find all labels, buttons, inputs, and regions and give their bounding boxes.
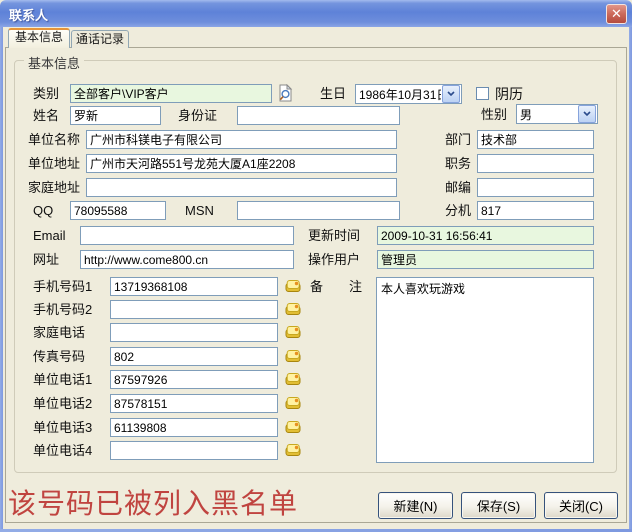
extension-label: 分机 — [445, 201, 471, 220]
email-field[interactable] — [80, 226, 294, 245]
tab-call-log[interactable]: 通话记录 — [71, 30, 129, 48]
dial-icon[interactable] — [285, 420, 302, 434]
close-button[interactable]: 关闭(C) — [544, 492, 618, 519]
fax-label: 传真号码 — [33, 347, 85, 366]
title-bar: 联系人 — [0, 0, 632, 27]
company-address-label: 单位地址 — [28, 154, 80, 173]
blacklist-warning-text: 该号码已被列入黑名单 — [8, 482, 298, 522]
website-field[interactable] — [80, 250, 294, 269]
lunar-checkbox[interactable] — [476, 87, 489, 100]
dial-icon[interactable] — [285, 372, 302, 386]
name-field[interactable] — [70, 106, 161, 125]
birthday-label: 生日 — [320, 84, 346, 103]
dial-icon[interactable] — [285, 279, 302, 293]
dial-icon[interactable] — [285, 396, 302, 410]
gender-value: 男 — [517, 106, 577, 123]
window-title: 联系人 — [0, 0, 632, 24]
email-label: Email — [33, 226, 66, 245]
contact-dialog: 联系人 ✕ 基本信息 通话记录 基本信息 类别 生日 1986年10月31日 阴… — [0, 0, 632, 532]
remark-label: 备 注 — [310, 277, 362, 296]
groupbox-title: 基本信息 — [24, 53, 84, 72]
work-phone3-field[interactable] — [110, 418, 278, 437]
operator-field — [377, 250, 594, 269]
dial-icon[interactable] — [285, 349, 302, 363]
position-field[interactable] — [477, 154, 594, 173]
window-border-left — [0, 27, 3, 529]
extension-field[interactable] — [477, 201, 594, 220]
birthday-value: 1986年10月31日 — [356, 86, 441, 103]
work-phone2-field[interactable] — [110, 394, 278, 413]
idcard-field[interactable] — [237, 106, 400, 125]
mobile1-label: 手机号码1 — [33, 277, 92, 296]
msn-field[interactable] — [237, 201, 400, 220]
dial-icon[interactable] — [285, 443, 302, 457]
idcard-label: 身份证 — [178, 106, 217, 125]
browse-category-icon[interactable] — [277, 84, 294, 102]
home-address-field[interactable] — [86, 178, 397, 197]
home-phone-label: 家庭电话 — [33, 323, 85, 342]
work-phone2-label: 单位电话2 — [33, 394, 92, 413]
category-label: 类别 — [33, 84, 59, 103]
update-time-field — [377, 226, 594, 245]
gender-label: 性别 — [481, 105, 507, 124]
mobile1-field[interactable] — [110, 277, 278, 296]
company-field[interactable] — [86, 130, 397, 149]
work-phone4-label: 单位电话4 — [33, 441, 92, 460]
category-field[interactable] — [70, 84, 272, 103]
lunar-label: 阴历 — [495, 85, 523, 104]
chevron-down-icon[interactable] — [442, 85, 460, 103]
department-field[interactable] — [477, 130, 594, 149]
work-phone3-label: 单位电话3 — [33, 418, 92, 437]
mobile2-field[interactable] — [110, 300, 278, 319]
home-address-label: 家庭地址 — [28, 178, 80, 197]
birthday-select[interactable]: 1986年10月31日 — [355, 84, 462, 104]
home-phone-field[interactable] — [110, 323, 278, 342]
new-button[interactable]: 新建(N) — [378, 492, 453, 519]
work-phone1-field[interactable] — [110, 370, 278, 389]
qq-label: QQ — [33, 201, 53, 220]
postcode-label: 邮编 — [445, 178, 471, 197]
dial-icon[interactable] — [285, 302, 302, 316]
website-label: 网址 — [33, 250, 59, 269]
dial-icon[interactable] — [285, 325, 302, 339]
update-time-label: 更新时间 — [308, 226, 360, 245]
company-label: 单位名称 — [28, 130, 80, 149]
chevron-down-icon[interactable] — [578, 105, 596, 123]
department-label: 部门 — [445, 130, 471, 149]
tab-basic-info[interactable]: 基本信息 — [8, 28, 70, 48]
remark-textarea[interactable]: 本人喜欢玩游戏 — [376, 277, 594, 463]
position-label: 职务 — [445, 154, 471, 173]
name-label: 姓名 — [33, 106, 59, 125]
close-icon[interactable]: ✕ — [606, 4, 627, 24]
work-phone4-field[interactable] — [110, 441, 278, 460]
qq-field[interactable] — [70, 201, 166, 220]
msn-label: MSN — [185, 201, 214, 220]
gender-select[interactable]: 男 — [516, 104, 598, 124]
fax-field[interactable] — [110, 347, 278, 366]
operator-label: 操作用户 — [308, 250, 360, 269]
mobile2-label: 手机号码2 — [33, 300, 92, 319]
postcode-field[interactable] — [477, 178, 594, 197]
save-button[interactable]: 保存(S) — [461, 492, 536, 519]
work-phone1-label: 单位电话1 — [33, 370, 92, 389]
company-address-field[interactable] — [86, 154, 397, 173]
